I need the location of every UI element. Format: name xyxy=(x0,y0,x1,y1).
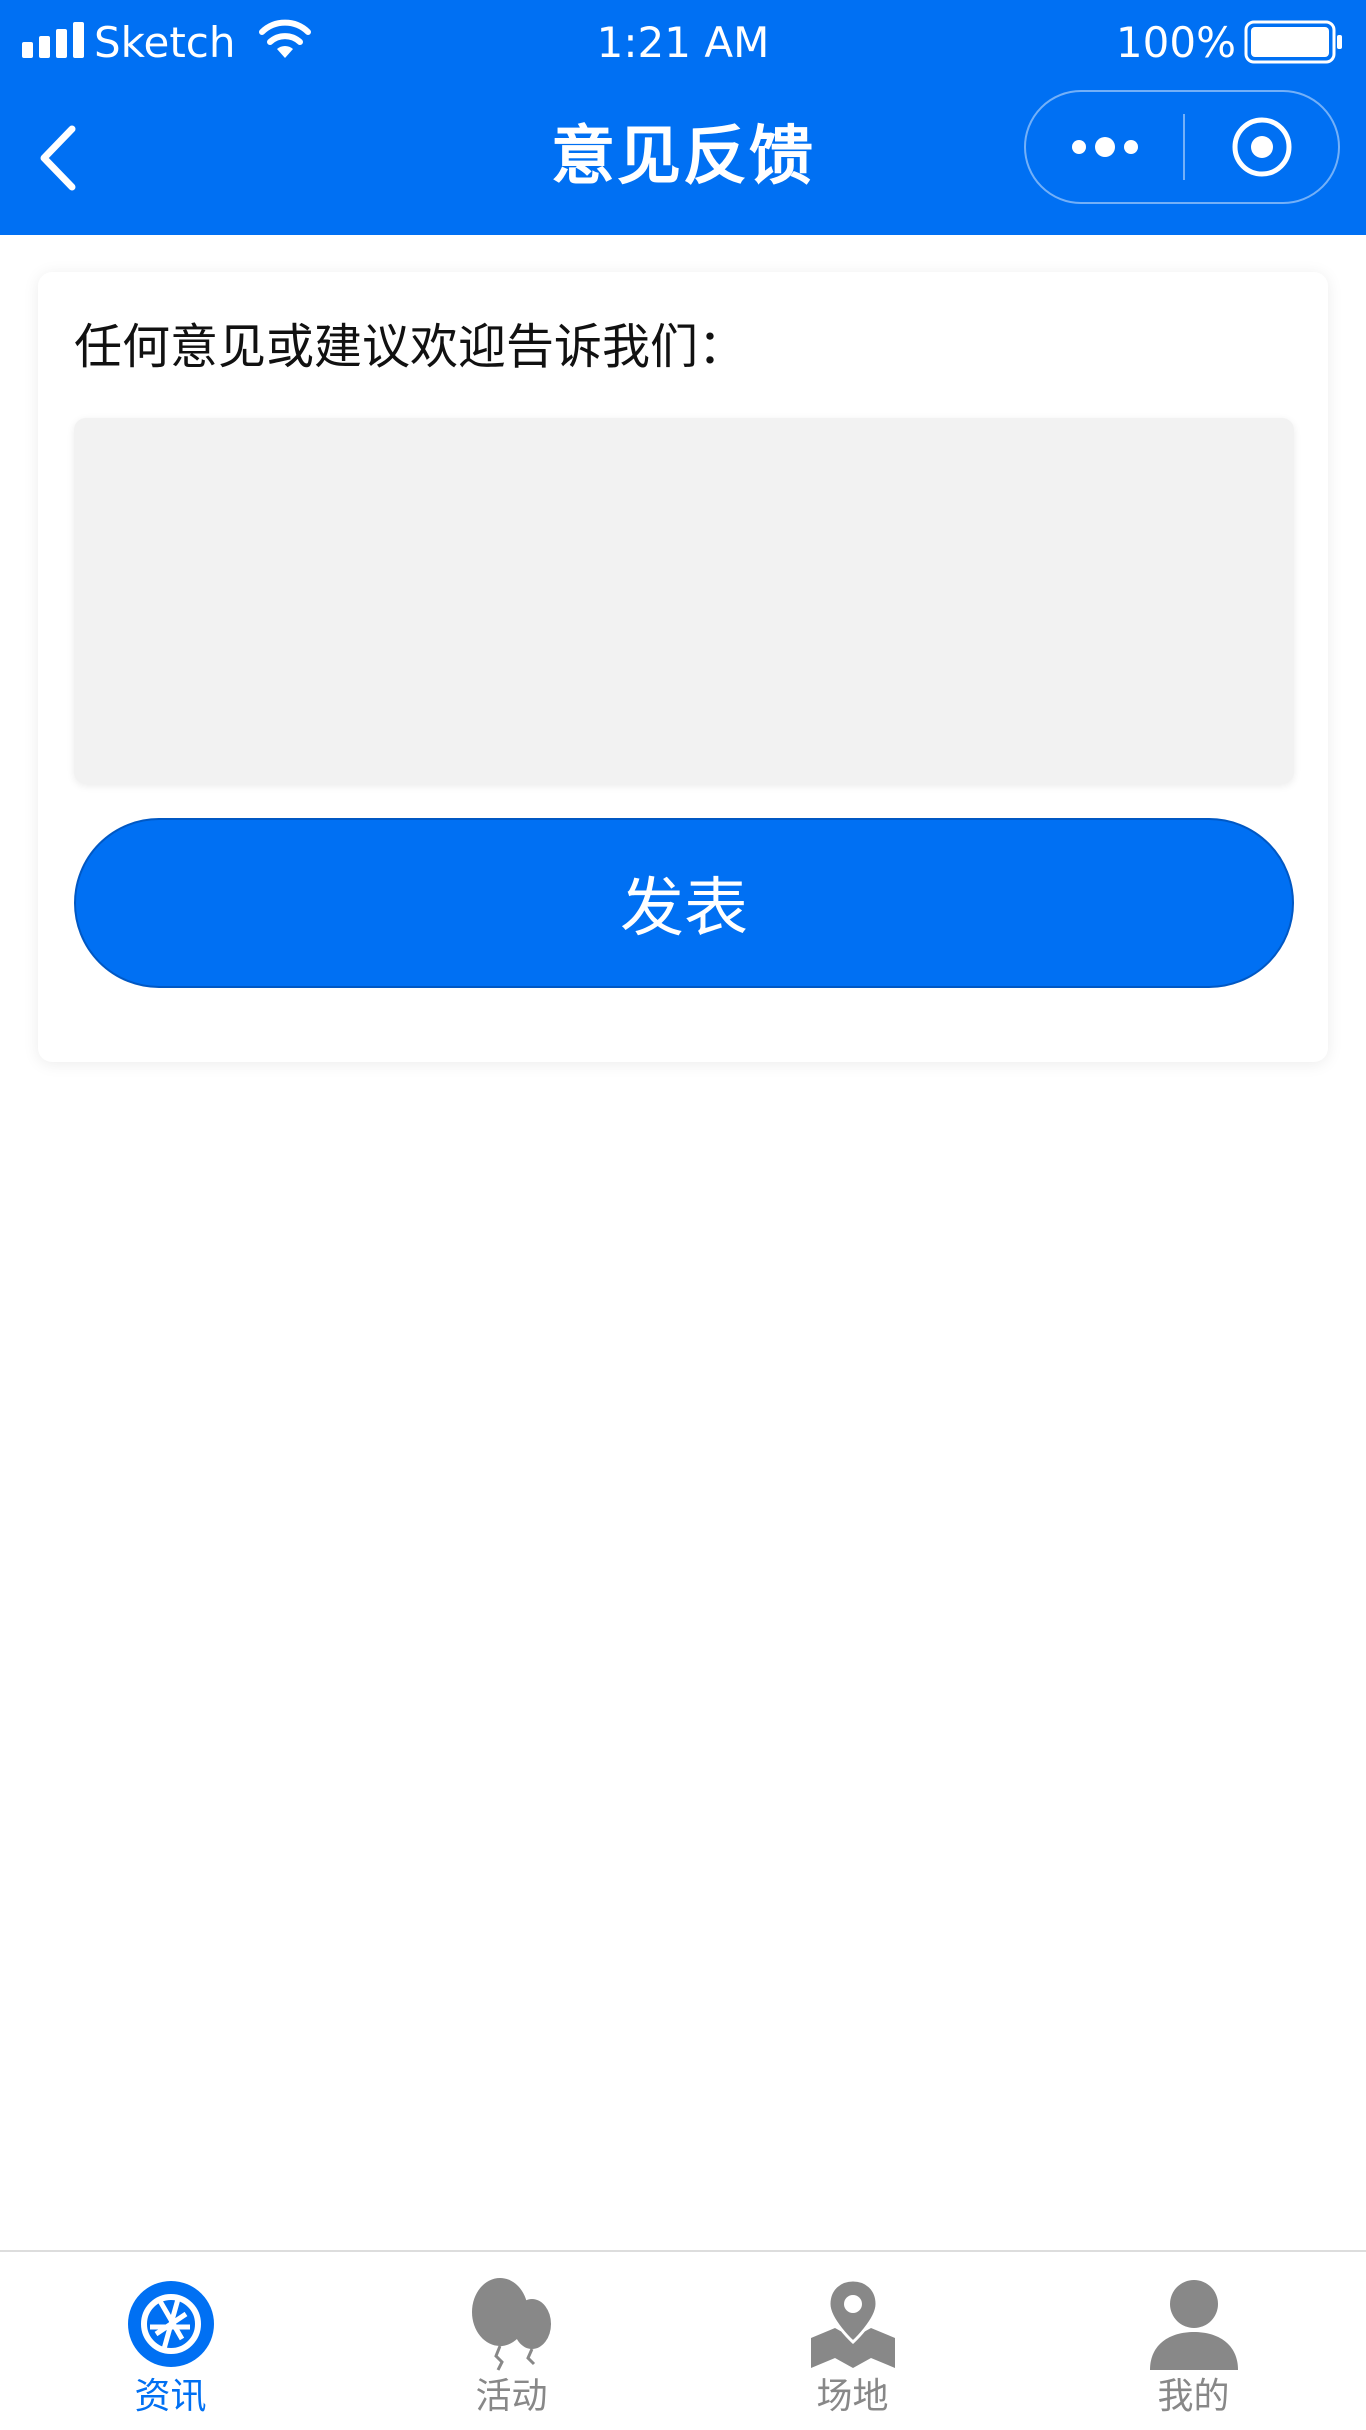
chevron-left-icon xyxy=(40,125,76,191)
tab-icon-wrap xyxy=(682,2274,1023,2374)
map-pin-icon xyxy=(810,2278,895,2368)
user-icon xyxy=(1149,2280,1238,2370)
battery-percent: 100% xyxy=(1115,18,1236,67)
aperture-icon xyxy=(127,2281,214,2367)
submit-button[interactable]: 发表 xyxy=(74,818,1294,988)
feedback-textarea[interactable] xyxy=(74,418,1294,784)
tab-icon-wrap xyxy=(341,2274,682,2374)
tab-icon-wrap xyxy=(0,2274,341,2374)
tab-venues[interactable]: 场地 xyxy=(682,2252,1023,2430)
header: Sketch 1:21 AM 100% 意见反馈 xyxy=(0,0,1366,235)
tab-icon-wrap xyxy=(1023,2274,1364,2374)
battery-icon xyxy=(1244,20,1342,64)
target-circle-icon xyxy=(1232,117,1292,177)
status-bar: Sketch 1:21 AM 100% xyxy=(0,0,1366,80)
tab-label: 场地 xyxy=(816,2376,889,2417)
feedback-prompt: 任何意见或建议欢迎告诉我们： xyxy=(74,319,747,375)
tab-label: 资讯 xyxy=(134,2376,207,2417)
nav-bar: 意见反馈 xyxy=(0,80,1366,235)
close-button[interactable] xyxy=(1184,92,1340,202)
balloon-icon xyxy=(471,2278,551,2371)
mini-program-capsule xyxy=(1024,90,1340,204)
back-button[interactable] xyxy=(28,118,88,198)
tab-label: 活动 xyxy=(475,2376,548,2417)
more-button[interactable] xyxy=(1026,92,1184,202)
tab-activities[interactable]: 活动 xyxy=(341,2252,682,2430)
tab-label: 我的 xyxy=(1157,2376,1230,2417)
tab-profile[interactable]: 我的 xyxy=(1023,2252,1364,2430)
more-dots-icon xyxy=(1072,137,1138,157)
tab-news[interactable]: 资讯 xyxy=(0,2252,341,2430)
tab-bar: 资讯 活动 场地 我的 xyxy=(0,2250,1366,2430)
feedback-card: 任何意见或建议欢迎告诉我们： 发表 xyxy=(38,272,1328,1062)
